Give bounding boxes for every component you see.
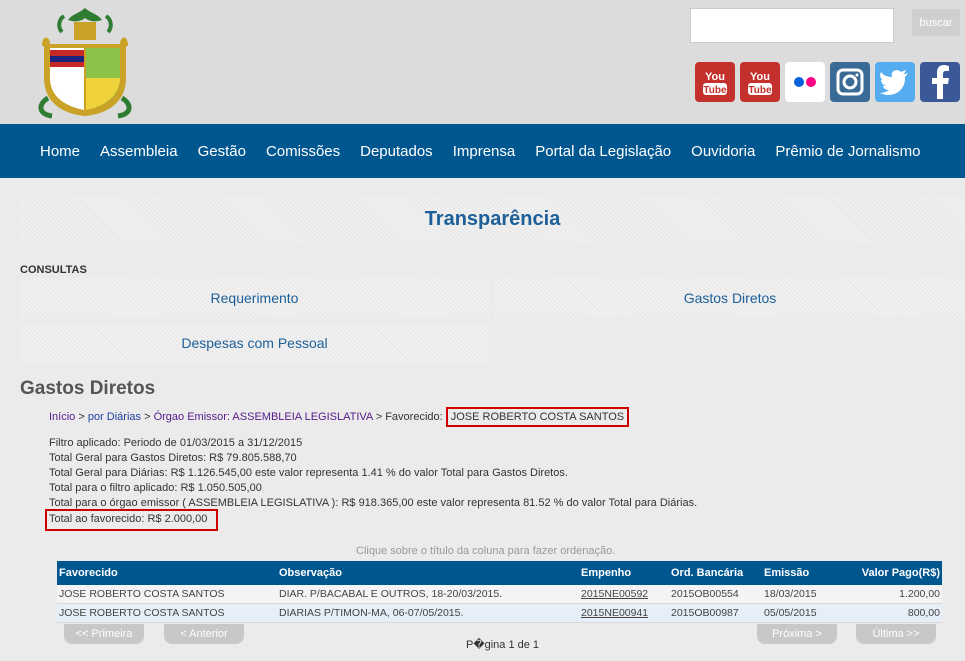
header-empenho[interactable]: Empenho xyxy=(581,561,631,585)
breadcrumb-separator: > xyxy=(141,411,154,423)
cell-observacao: DIARIAS P/TIMON-MA, 06-07/05/2015. xyxy=(279,607,464,619)
main-nav: Home Assembleia Gestão Comissões Deputad… xyxy=(0,124,965,178)
nav-comissoes[interactable]: Comissões xyxy=(256,143,350,160)
gastos-table: Favorecido Observação Empenho Ord. Bancá… xyxy=(57,561,942,623)
breadcrumb: Início > por Diárias > Órgao Emissor: AS… xyxy=(49,407,630,427)
first-page-button[interactable]: << Primeira xyxy=(64,624,144,644)
info-total-filtro: Total para o filtro aplicado: R$ 1.050.5… xyxy=(49,482,262,494)
header-emissao[interactable]: Emissão xyxy=(764,561,809,585)
info-total-gastos: Total Geral para Gastos Diretos: R$ 79.8… xyxy=(49,452,297,464)
highlight-box xyxy=(45,509,218,531)
youtube-icon[interactable]: You Tube xyxy=(740,62,780,102)
header-favorecido[interactable]: Favorecido xyxy=(59,561,118,585)
table-row: JOSE ROBERTO COSTA SANTOS DIARIAS P/TIMO… xyxy=(57,604,942,623)
gastos-diretos-link[interactable]: Gastos Diretos xyxy=(495,278,965,318)
prev-page-button[interactable]: < Anterior xyxy=(164,624,244,644)
twitter-icon[interactable] xyxy=(875,62,915,102)
cell-empenho-link[interactable]: 2015NE00941 xyxy=(581,604,648,622)
breadcrumb-separator: > xyxy=(372,411,386,423)
nav-deputados[interactable]: Deputados xyxy=(350,143,443,160)
nav-home[interactable]: Home xyxy=(30,143,90,160)
cell-valor-pago: 800,00 xyxy=(907,607,940,619)
breadcrumb-favorecido-label: Favorecido: xyxy=(385,411,446,423)
table-header: Favorecido Observação Empenho Ord. Bancá… xyxy=(57,561,942,585)
header: buscar You Tube You Tube xyxy=(0,0,965,124)
search-button[interactable]: buscar xyxy=(912,9,960,36)
nav-assembleia[interactable]: Assembleia xyxy=(90,143,188,160)
cell-emissao: 05/05/2015 xyxy=(764,607,817,619)
info-filtro: Filtro aplicado: Periodo de 01/03/2015 a… xyxy=(49,437,303,449)
breadcrumb-inicio[interactable]: Início xyxy=(49,411,75,423)
consultas-heading: CONSULTAS xyxy=(20,264,87,276)
cell-ord-bancaria: 2015OB00554 xyxy=(671,588,739,600)
cell-emissao: 18/03/2015 xyxy=(764,588,817,600)
page-title-bar: Transparência xyxy=(20,197,965,242)
svg-text:Tube: Tube xyxy=(748,85,772,96)
instagram-icon[interactable] xyxy=(830,62,870,102)
requerimento-link[interactable]: Requerimento xyxy=(20,278,489,318)
info-total-orgao: Total para o órgao emissor ( ASSEMBLEIA … xyxy=(49,497,698,509)
facebook-icon[interactable] xyxy=(920,62,960,102)
flickr-icon[interactable] xyxy=(785,62,825,102)
header-observacao[interactable]: Observação xyxy=(279,561,342,585)
nav-portal-legislacao[interactable]: Portal da Legislação xyxy=(525,143,681,160)
table-row: JOSE ROBERTO COSTA SANTOS DIAR. P/BACABA… xyxy=(57,585,942,604)
sort-hint: Clique sobre o título da coluna para faz… xyxy=(356,545,616,557)
info-total-diarias: Total Geral para Diárias: R$ 1.126.545,0… xyxy=(49,467,568,479)
header-ord-bancaria[interactable]: Ord. Bancária xyxy=(671,561,743,585)
cell-ord-bancaria: 2015OB00987 xyxy=(671,607,739,619)
svg-text:Tube: Tube xyxy=(703,85,727,96)
breadcrumb-separator: > xyxy=(75,411,88,423)
breadcrumb-favorecido-value: JOSE ROBERTO COSTA SANTOS xyxy=(445,407,630,427)
svg-text:You: You xyxy=(705,71,725,83)
next-page-button[interactable]: Próxima > xyxy=(757,624,837,644)
coat-of-arms-logo[interactable] xyxy=(28,6,142,120)
page-title: Transparência xyxy=(424,208,561,230)
page-info: P�gina 1 de 1 xyxy=(466,639,540,651)
breadcrumb-diarias[interactable]: por Diárias xyxy=(88,411,141,423)
cell-empenho-link[interactable]: 2015NE00592 xyxy=(581,585,648,603)
breadcrumb-orgao[interactable]: Órgao Emissor: ASSEMBLEIA LEGISLATIVA xyxy=(154,411,373,423)
cell-favorecido: JOSE ROBERTO COSTA SANTOS xyxy=(59,607,225,619)
search-input[interactable] xyxy=(690,8,894,43)
youtube-icon[interactable]: You Tube xyxy=(695,62,735,102)
svg-text:You: You xyxy=(750,71,770,83)
nav-gestao[interactable]: Gestão xyxy=(188,143,256,160)
last-page-button[interactable]: Última >> xyxy=(856,624,936,644)
header-valor-pago[interactable]: Valor Pago(R$) xyxy=(862,561,940,585)
despesas-pessoal-link[interactable]: Despesas com Pessoal xyxy=(20,323,489,363)
cell-favorecido: JOSE ROBERTO COSTA SANTOS xyxy=(59,588,225,600)
nav-premio-jornalismo[interactable]: Prêmio de Jornalismo xyxy=(765,143,930,160)
cell-observacao: DIAR. P/BACABAL E OUTROS, 18-20/03/2015. xyxy=(279,588,503,600)
nav-ouvidoria[interactable]: Ouvidoria xyxy=(681,143,765,160)
nav-imprensa[interactable]: Imprensa xyxy=(443,143,526,160)
cell-valor-pago: 1.200,00 xyxy=(899,588,940,600)
section-title: Gastos Diretos xyxy=(20,378,156,399)
